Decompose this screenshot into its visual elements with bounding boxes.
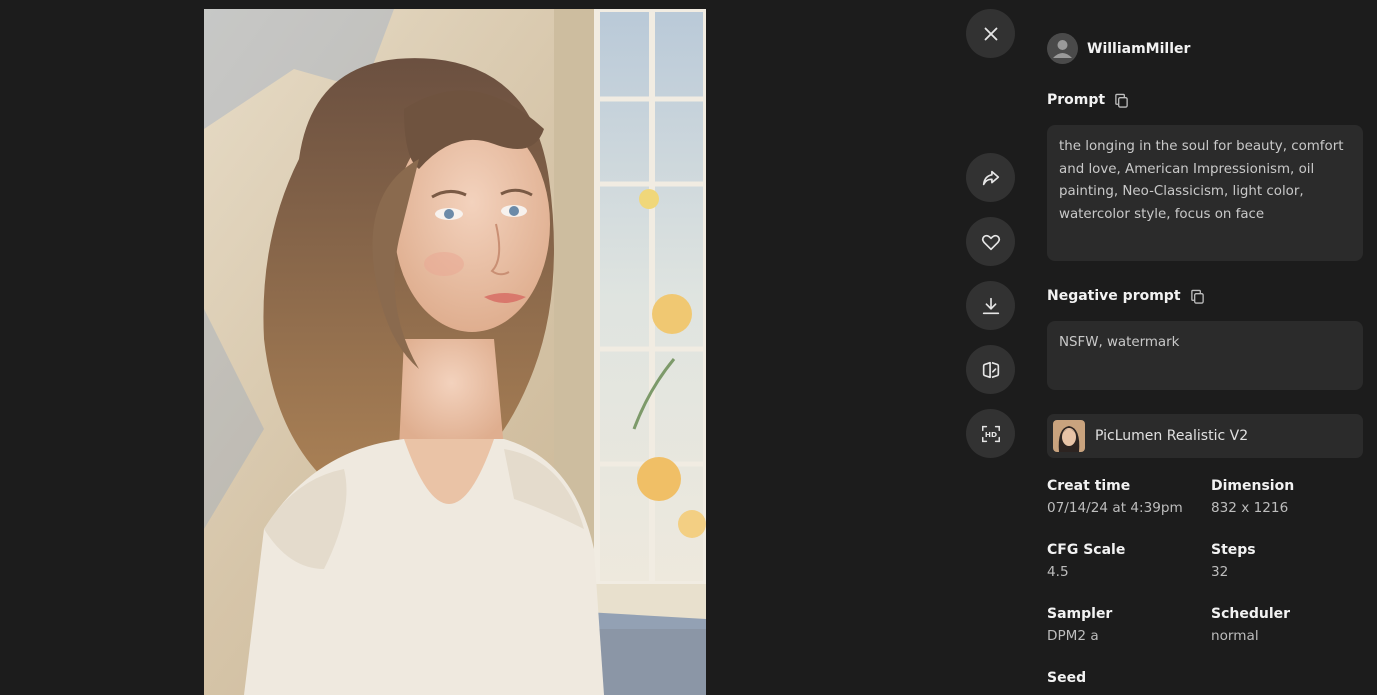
copy-icon[interactable] xyxy=(1114,93,1129,108)
meta-steps: Steps 32 xyxy=(1211,542,1256,580)
author[interactable]: WilliamMiller xyxy=(1047,33,1190,64)
model-selector[interactable]: PicLumen Realistic V2 xyxy=(1047,414,1363,458)
avatar[interactable] xyxy=(1047,33,1078,64)
copy-icon[interactable] xyxy=(1190,289,1205,304)
meta-create-time: Creat time 07/14/24 at 4:39pm xyxy=(1047,478,1183,516)
share-icon xyxy=(982,170,999,185)
upscale-hd-button[interactable]: HD xyxy=(966,409,1015,458)
svg-text:HD: HD xyxy=(984,430,996,439)
author-name[interactable]: WilliamMiller xyxy=(1087,41,1190,57)
meta-dimension: Dimension 832 x 1216 xyxy=(1211,478,1295,516)
generated-image xyxy=(204,9,706,695)
model-thumbnail xyxy=(1053,420,1085,452)
negative-prompt-label: Negative prompt xyxy=(1047,288,1181,304)
download-button[interactable] xyxy=(966,281,1015,330)
meta-seed: Seed xyxy=(1047,670,1087,686)
compare-button[interactable] xyxy=(966,345,1015,394)
user-icon xyxy=(1047,33,1078,64)
details-panel: WilliamMiller Prompt the longing in the … xyxy=(1047,0,1363,695)
meta-scheduler: Scheduler normal xyxy=(1211,606,1291,644)
like-button[interactable] xyxy=(966,217,1015,266)
negative-prompt-text: NSFW, watermark xyxy=(1047,321,1363,390)
hd-icon: HD xyxy=(981,425,1000,442)
compare-icon xyxy=(982,361,999,378)
model-name: PicLumen Realistic V2 xyxy=(1095,428,1249,444)
image-detail-view: HD WilliamMiller Prompt the longing in t… xyxy=(0,0,1377,695)
prompt-text: the longing in the soul for beauty, comf… xyxy=(1047,125,1363,261)
close-icon xyxy=(984,27,997,40)
meta-cfg-scale: CFG Scale 4.5 xyxy=(1047,542,1126,580)
heart-icon xyxy=(981,234,1000,250)
negative-prompt-label-row: Negative prompt xyxy=(1047,288,1205,304)
share-button[interactable] xyxy=(966,153,1015,202)
prompt-label: Prompt xyxy=(1047,92,1106,108)
prompt-label-row: Prompt xyxy=(1047,92,1129,108)
download-icon xyxy=(982,297,999,314)
close-button[interactable] xyxy=(966,9,1015,58)
meta-sampler: Sampler DPM2 a xyxy=(1047,606,1113,644)
